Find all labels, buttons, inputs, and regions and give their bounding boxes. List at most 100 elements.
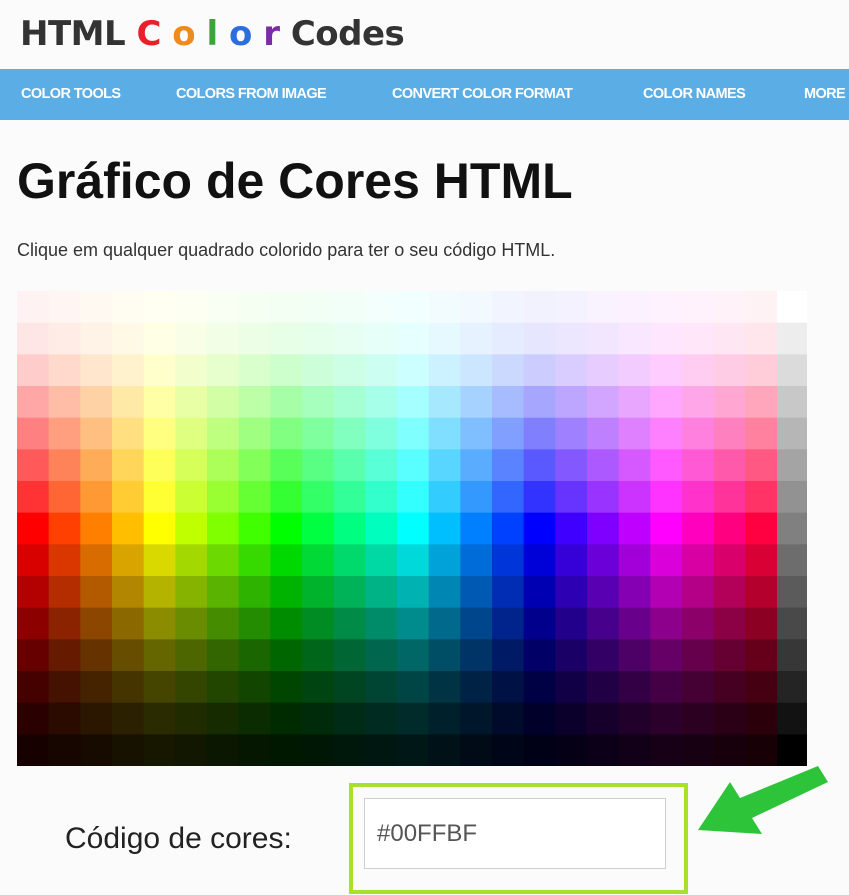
color-swatch[interactable] (17, 607, 50, 640)
color-swatch[interactable] (207, 734, 240, 766)
grayscale-swatch[interactable] (777, 671, 807, 704)
color-swatch[interactable] (333, 449, 366, 482)
color-swatch[interactable] (143, 639, 176, 672)
color-swatch[interactable] (17, 386, 50, 419)
color-swatch[interactable] (492, 512, 525, 545)
grayscale-swatch[interactable] (777, 607, 807, 640)
color-swatch[interactable] (397, 671, 430, 704)
color-swatch[interactable] (397, 354, 430, 387)
color-swatch[interactable] (143, 417, 176, 450)
color-swatch[interactable] (143, 607, 176, 640)
color-swatch[interactable] (80, 671, 113, 704)
color-swatch[interactable] (713, 607, 746, 640)
color-swatch[interactable] (713, 354, 746, 387)
color-swatch[interactable] (460, 322, 493, 355)
color-swatch[interactable] (397, 576, 430, 609)
color-swatch[interactable] (587, 291, 620, 324)
color-swatch[interactable] (460, 386, 493, 419)
color-swatch[interactable] (143, 322, 176, 355)
color-swatch[interactable] (333, 512, 366, 545)
color-swatch[interactable] (682, 512, 715, 545)
color-swatch[interactable] (17, 291, 50, 324)
color-swatch[interactable] (523, 386, 556, 419)
color-swatch[interactable] (143, 544, 176, 577)
color-swatch[interactable] (143, 671, 176, 704)
color-swatch[interactable] (618, 322, 651, 355)
color-swatch[interactable] (587, 544, 620, 577)
nav-item-convert-color-format[interactable]: CONVERT COLOR FORMAT (392, 69, 573, 120)
grayscale-swatch[interactable] (777, 291, 807, 324)
color-swatch[interactable] (238, 512, 271, 545)
color-swatch[interactable] (365, 639, 398, 672)
color-swatch[interactable] (333, 607, 366, 640)
color-swatch[interactable] (333, 639, 366, 672)
color-swatch[interactable] (270, 671, 303, 704)
color-swatch[interactable] (302, 449, 335, 482)
color-swatch[interactable] (555, 544, 588, 577)
color-swatch[interactable] (650, 607, 683, 640)
color-swatch[interactable] (175, 449, 208, 482)
color-swatch[interactable] (745, 702, 778, 735)
color-swatch[interactable] (80, 607, 113, 640)
color-swatch[interactable] (397, 417, 430, 450)
color-swatch[interactable] (112, 607, 145, 640)
color-swatch[interactable] (238, 481, 271, 514)
color-swatch[interactable] (270, 544, 303, 577)
color-swatch[interactable] (238, 386, 271, 419)
color-swatch[interactable] (112, 639, 145, 672)
color-swatch[interactable] (48, 386, 81, 419)
color-swatch[interactable] (587, 702, 620, 735)
color-swatch[interactable] (587, 449, 620, 482)
color-swatch[interactable] (175, 322, 208, 355)
color-swatch[interactable] (48, 607, 81, 640)
color-swatch[interactable] (238, 291, 271, 324)
color-swatch[interactable] (523, 576, 556, 609)
color-swatch[interactable] (428, 734, 461, 766)
color-swatch[interactable] (48, 544, 81, 577)
color-swatch[interactable] (175, 702, 208, 735)
color-swatch[interactable] (650, 639, 683, 672)
color-swatch[interactable] (492, 734, 525, 766)
color-swatch[interactable] (460, 512, 493, 545)
color-swatch[interactable] (365, 481, 398, 514)
color-swatch[interactable] (745, 607, 778, 640)
color-swatch[interactable] (555, 639, 588, 672)
color-swatch[interactable] (112, 481, 145, 514)
color-swatch[interactable] (492, 322, 525, 355)
color-swatch[interactable] (428, 481, 461, 514)
color-swatch[interactable] (397, 512, 430, 545)
nav-item-colors-from-image[interactable]: COLORS FROM IMAGE (176, 69, 327, 120)
site-logo[interactable]: HTML C o l o r Codes (20, 14, 405, 54)
color-swatch[interactable] (48, 671, 81, 704)
color-swatch[interactable] (523, 607, 556, 640)
grayscale-swatch[interactable] (777, 322, 807, 355)
color-swatch[interactable] (523, 481, 556, 514)
color-swatch[interactable] (302, 291, 335, 324)
color-swatch[interactable] (618, 512, 651, 545)
color-swatch[interactable] (302, 639, 335, 672)
color-swatch[interactable] (207, 671, 240, 704)
color-code-input[interactable] (364, 798, 666, 869)
color-swatch[interactable] (618, 417, 651, 450)
color-swatch[interactable] (48, 734, 81, 766)
color-swatch[interactable] (17, 354, 50, 387)
color-swatch[interactable] (523, 449, 556, 482)
color-swatch[interactable] (523, 544, 556, 577)
color-swatch[interactable] (270, 354, 303, 387)
color-swatch[interactable] (270, 417, 303, 450)
color-swatch[interactable] (270, 702, 303, 735)
color-swatch[interactable] (302, 702, 335, 735)
color-swatch[interactable] (48, 417, 81, 450)
color-swatch[interactable] (745, 481, 778, 514)
color-swatch[interactable] (302, 417, 335, 450)
color-swatch[interactable] (682, 544, 715, 577)
color-swatch[interactable] (302, 544, 335, 577)
color-swatch[interactable] (207, 354, 240, 387)
color-swatch[interactable] (587, 322, 620, 355)
color-swatch[interactable] (333, 702, 366, 735)
color-swatch[interactable] (175, 639, 208, 672)
color-swatch[interactable] (745, 386, 778, 419)
color-swatch[interactable] (523, 512, 556, 545)
color-swatch[interactable] (745, 639, 778, 672)
color-swatch[interactable] (618, 607, 651, 640)
